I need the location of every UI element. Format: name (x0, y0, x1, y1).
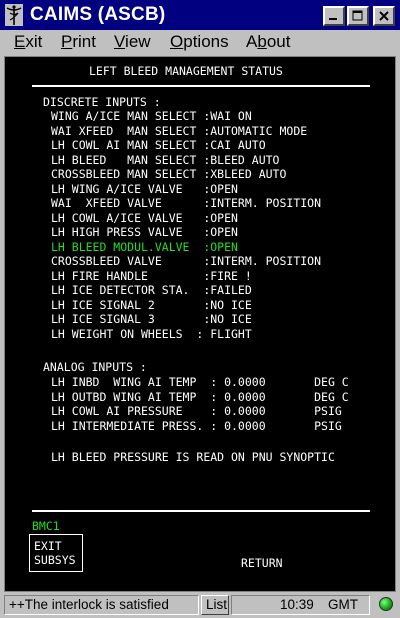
menu-about[interactable]: About (246, 32, 290, 52)
analog-row: LH INBD WING AI TEMP : 0.0000 DEG C (51, 375, 349, 389)
list-button[interactable]: List (201, 595, 229, 615)
exit-subsys-line1: EXIT (34, 539, 62, 553)
window-title: CAIMS (ASCB) (30, 4, 166, 25)
discrete-row: LH COWL A/ICE VALVE :OPEN (51, 210, 238, 225)
clock-panel: 10:39 GMT (231, 595, 370, 615)
divider-top (32, 85, 370, 87)
discrete-row: WING A/ICE MAN SELECT :WAI ON (51, 109, 252, 123)
analog-row: LH OUTBD WING AI TEMP : 0.0000 DEG C (51, 389, 349, 404)
menu-exit[interactable]: Exit (14, 32, 42, 52)
discrete-row: WAI XFEED VALVE :INTERM. POSITION (51, 196, 322, 210)
discrete-row: LH COWL AI MAN SELECT :CAI AUTO (51, 138, 266, 152)
discrete-inputs-title: DISCRETE INPUTS : (43, 95, 161, 109)
analog-row: LH INTERMEDIATE PRESS. : 0.0000 PSIG (51, 418, 342, 433)
title-bar[interactable]: CAIMS (ASCB) (0, 0, 400, 30)
close-button[interactable] (373, 6, 395, 26)
return-button[interactable]: RETURN (241, 556, 283, 570)
menu-print[interactable]: Print (61, 32, 96, 52)
discrete-row: LH ICE DETECTOR STA. :FAILED (51, 283, 252, 297)
discrete-row: LH WING A/ICE VALVE :OPEN (51, 181, 238, 196)
clock-time: 10:39 (280, 597, 314, 612)
menu-options[interactable]: Options (170, 32, 229, 52)
discrete-row: LH WEIGHT ON WHEELS : FLIGHT (51, 326, 252, 341)
discrete-row: LH ICE SIGNAL 3 :NO ICE (51, 312, 252, 326)
analog-row: LH COWL AI PRESSURE : 0.0000 PSIG (51, 404, 342, 418)
status-message: ++The interlock is satisfied (4, 595, 199, 615)
menu-view[interactable]: View (114, 32, 151, 52)
discrete-row: LH BLEED MAN SELECT :BLEED AUTO (51, 152, 280, 167)
analog-inputs-title: ANALOG INPUTS : (43, 360, 147, 374)
caduceus-icon[interactable] (4, 4, 24, 26)
clock-timezone: GMT (328, 597, 358, 612)
discrete-row: CROSSBLEED VALVE :INTERM. POSITION (51, 254, 322, 268)
caims-window: CAIMS (ASCB) Exit Print View Options Abo… (0, 0, 400, 618)
discrete-row-highlighted: LH BLEED MODUL.VALVE :OPEN (51, 239, 238, 254)
info-note: LH BLEED PRESSURE IS READ ON PNU SYNOPTI… (51, 450, 335, 464)
discrete-row: WAI XFEED MAN SELECT :AUTOMATIC MODE (51, 123, 308, 138)
exit-subsys-button[interactable]: EXIT SUBSYS (29, 534, 83, 572)
divider-bottom (32, 510, 370, 512)
status-led-icon (379, 597, 393, 611)
menu-bar: Exit Print View Options About (0, 30, 400, 54)
bmc-label: BMC1 (32, 519, 60, 533)
exit-subsys-line2: SUBSYS (34, 553, 76, 567)
discrete-row: LH ICE SIGNAL 2 :NO ICE (51, 297, 252, 312)
page-title: LEFT BLEED MANAGEMENT STATUS (89, 64, 283, 78)
maximize-button[interactable] (347, 6, 369, 26)
minimize-button[interactable] (323, 6, 345, 26)
status-display: LEFT BLEED MANAGEMENT STATUS DISCRETE IN… (4, 56, 396, 592)
discrete-row: CROSSBLEED MAN SELECT :XBLEED AUTO (51, 167, 287, 181)
status-bar: ++The interlock is satisfied List 10:39 … (0, 593, 400, 618)
discrete-row: LH HIGH PRESS VALVE :OPEN (51, 225, 238, 239)
discrete-row: LH FIRE HANDLE :FIRE ! (51, 268, 252, 283)
